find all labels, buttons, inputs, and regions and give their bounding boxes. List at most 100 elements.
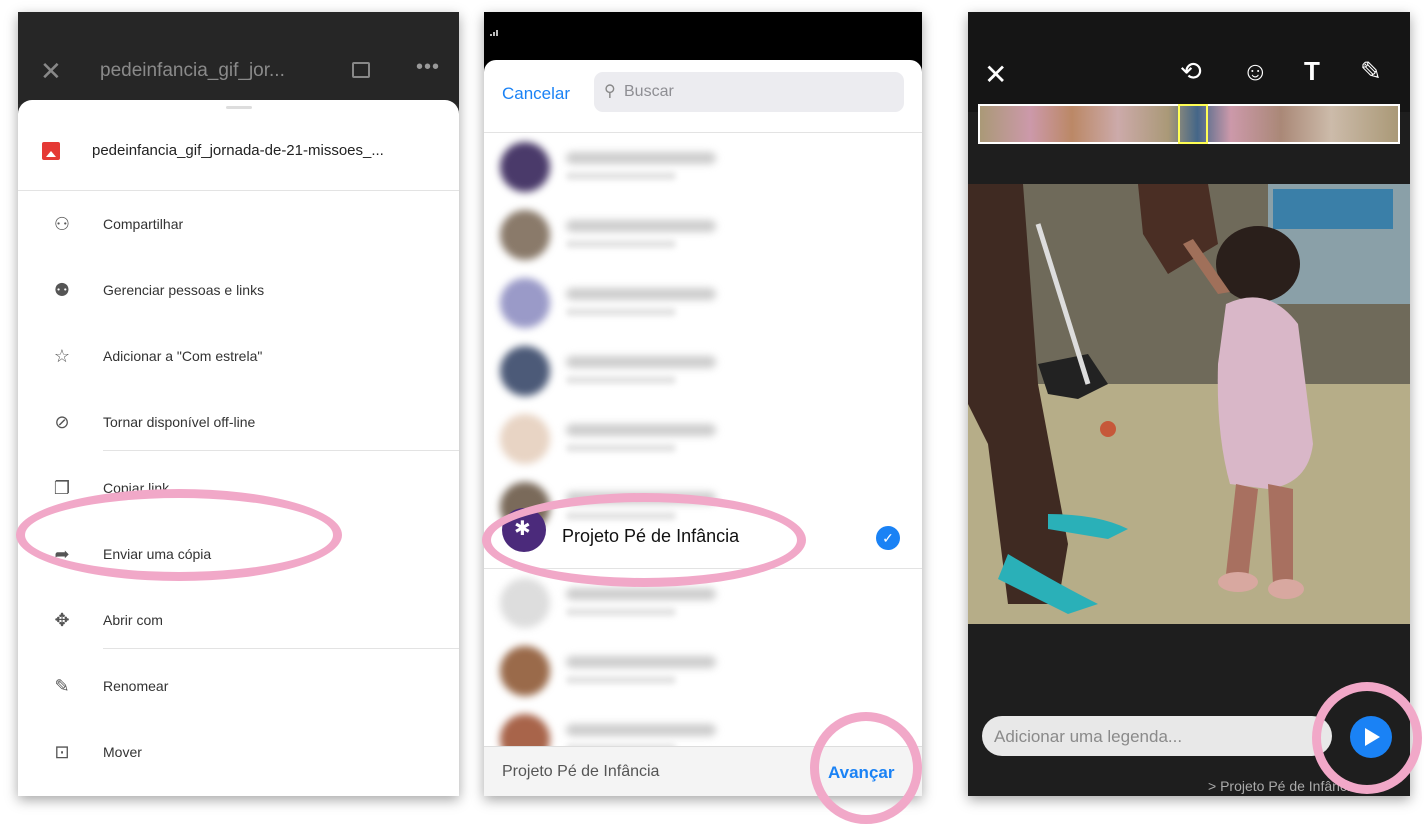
gif-editor-screen: ✕ ⟲ ☺ T ✎ Adicionar uma legenda... > Pro…: [968, 12, 1410, 796]
menu-item-open-with[interactable]: ✥ Abrir com: [18, 602, 459, 642]
menu-item-label: Gerenciar pessoas e links: [103, 282, 265, 298]
more-icon[interactable]: •••: [416, 56, 440, 79]
menu-item-star[interactable]: ☆ Adicionar a "Com estrela": [18, 338, 459, 378]
contact-name: Projeto Pé de Infância: [562, 526, 740, 546]
menu-item-label: Abrir com: [103, 612, 163, 628]
divider: [103, 450, 459, 451]
avatar: [500, 414, 550, 464]
contact-status-blurred: [566, 376, 676, 384]
pencil-icon: ✎: [54, 676, 70, 696]
menu-item-move[interactable]: ⊡ Mover: [18, 734, 459, 774]
avatar: [500, 210, 550, 260]
avatar: [500, 578, 550, 628]
contact-name-blurred: [566, 492, 716, 504]
menu-item-offline[interactable]: ⊘ Tornar disponível off-line: [18, 404, 459, 444]
contact-status-blurred: [566, 240, 676, 248]
search-input[interactable]: ⚲ Buscar: [594, 72, 904, 112]
menu-item-send-copy[interactable]: ➦ Enviar uma cópia: [18, 536, 459, 576]
menu-item-label: Mover: [103, 744, 142, 760]
divider: [484, 568, 922, 569]
contact-row[interactable]: [484, 570, 922, 638]
gif-preview-image: [968, 184, 1410, 624]
contact-status-blurred: [566, 512, 676, 520]
contact-name-blurred: [566, 288, 716, 300]
avatar: [500, 142, 550, 192]
selected-recipient: Projeto Pé de Infância: [502, 763, 660, 780]
contact-row[interactable]: [484, 202, 922, 270]
contact-row[interactable]: [484, 406, 922, 474]
menu-item-rename[interactable]: ✎ Renomear: [18, 668, 459, 708]
divider: [484, 132, 922, 133]
contact-name-blurred: [566, 588, 716, 600]
cancel-button[interactable]: Cancelar: [502, 84, 570, 104]
contact-name-blurred: [566, 356, 716, 368]
copy-icon: ❐: [53, 478, 71, 498]
project-avatar: [502, 508, 546, 552]
frame-trim-strip[interactable]: [978, 104, 1400, 144]
contact-picker-screen: Cancelar ⚲ Buscar Projeto Pé de Infância…: [484, 12, 922, 796]
text-tool-icon[interactable]: T: [1304, 56, 1320, 87]
contact-name-blurred: [566, 424, 716, 436]
offline-icon: ⊘: [54, 412, 70, 432]
move-folder-icon: ⊡: [54, 742, 70, 762]
avatar: [500, 646, 550, 696]
divider: [18, 190, 459, 191]
contact-row[interactable]: [484, 134, 922, 202]
drive-top-bar: ✕ pedeinfancia_gif_jor... •••: [18, 12, 459, 104]
menu-item-label: Copiar link: [103, 480, 170, 496]
checkmark-icon: ✓: [876, 526, 900, 550]
contact-row[interactable]: [484, 270, 922, 338]
contact-status-blurred: [566, 608, 676, 616]
menu-item-label: Enviar uma cópia: [103, 546, 212, 562]
menu-item-label: Adicionar a "Com estrela": [103, 348, 263, 364]
menu-item-partial[interactable]: ▭: [18, 790, 459, 796]
contact-name-blurred: [566, 220, 716, 232]
advance-button[interactable]: Avançar: [828, 763, 894, 783]
avatar: [500, 278, 550, 328]
divider: [103, 648, 459, 649]
pencil-icon[interactable]: ✎: [1360, 56, 1382, 87]
star-icon: ☆: [53, 346, 71, 366]
file-title: pedeinfancia_gif_jor...: [100, 60, 285, 81]
menu-item-label: Renomear: [103, 678, 169, 694]
current-frame-marker[interactable]: [1178, 104, 1208, 144]
contact-status-blurred: [566, 676, 676, 684]
drive-options-screen: ✕ pedeinfancia_gif_jor... ••• pedeinfanc…: [18, 12, 459, 796]
menu-item-manage-people[interactable]: ⚉ Gerenciar pessoas e links: [18, 272, 459, 312]
file-name: pedeinfancia_gif_jornada-de-21-missoes_.…: [92, 142, 384, 159]
contact-name-blurred: [566, 724, 716, 736]
close-icon[interactable]: ✕: [984, 58, 1007, 91]
contact-status-blurred: [566, 308, 676, 316]
avatar: [500, 346, 550, 396]
bottom-sheet: pedeinfancia_gif_jornada-de-21-missoes_.…: [18, 100, 459, 796]
contact-row[interactable]: [484, 338, 922, 406]
image-file-icon: [42, 142, 60, 160]
contact-row[interactable]: [484, 638, 922, 706]
close-icon[interactable]: ✕: [40, 56, 62, 87]
emoji-icon[interactable]: ☺: [1242, 56, 1269, 87]
open-with-icon: ✥: [54, 610, 70, 630]
picker-sheet: Cancelar ⚲ Buscar Projeto Pé de Infância…: [484, 60, 922, 796]
recipient-label: > Projeto Pé de Infânci: [1208, 778, 1351, 794]
selection-footer: Projeto Pé de Infância Avançar: [484, 746, 922, 796]
comment-icon[interactable]: [352, 62, 370, 78]
caption-input[interactable]: Adicionar uma legenda...: [982, 716, 1332, 756]
search-placeholder: Buscar: [624, 83, 674, 100]
sheet-handle[interactable]: [226, 106, 252, 109]
menu-item-label: Compartilhar: [103, 216, 184, 232]
search-icon: ⚲: [604, 83, 616, 100]
forward-icon: ➦: [54, 544, 70, 564]
send-button[interactable]: [1350, 716, 1392, 758]
menu-item-share[interactable]: ⚇ Compartilhar: [18, 206, 459, 246]
signal-icon: [490, 18, 504, 36]
contact-status-blurred: [566, 172, 676, 180]
menu-item-label: Tornar disponível off-line: [103, 414, 256, 430]
editor-toolbar: ✕ ⟲ ☺ T ✎: [968, 12, 1410, 112]
caption-placeholder: Adicionar uma legenda...: [994, 727, 1183, 746]
people-icon: ⚉: [53, 280, 71, 300]
contact-name-blurred: [566, 656, 716, 668]
person-add-icon: ⚇: [53, 214, 71, 234]
menu-item-copy-link[interactable]: ❐ Copiar link: [18, 470, 459, 510]
crop-rotate-icon[interactable]: ⟲: [1180, 56, 1202, 87]
contact-status-blurred: [566, 444, 676, 452]
